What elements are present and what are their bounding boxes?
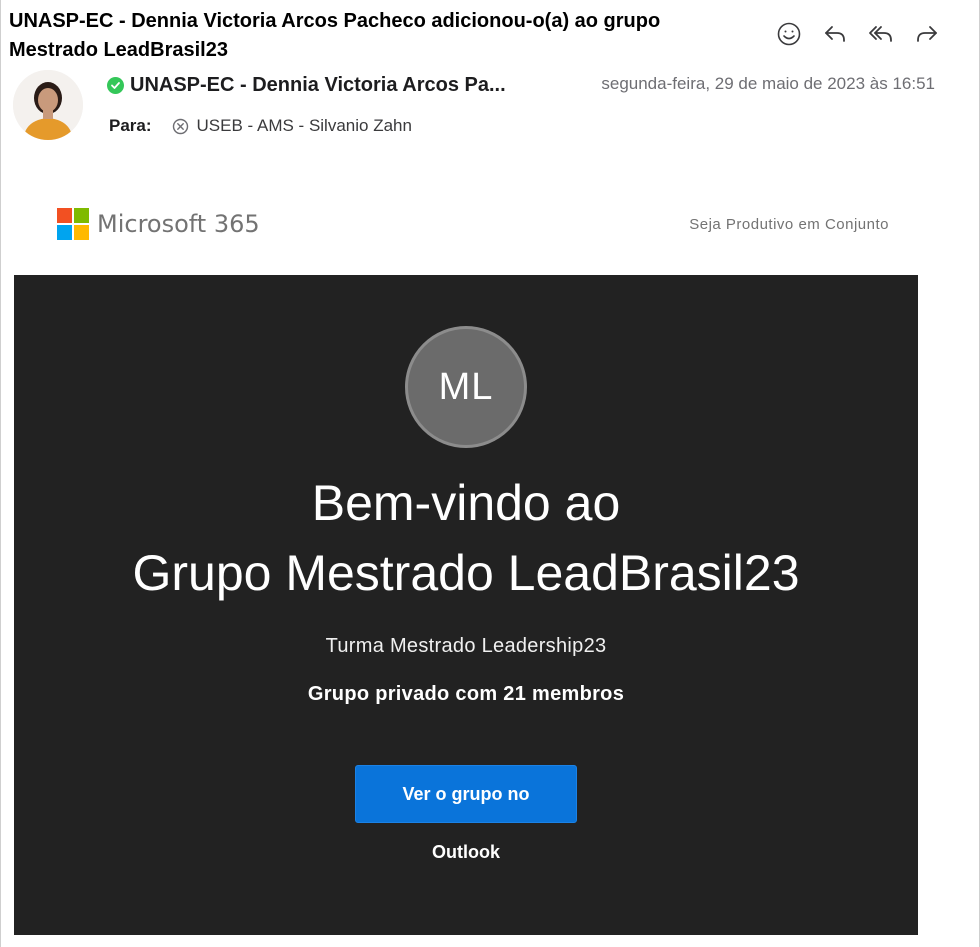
- sender-info: UNASP-EC - Dennia Victoria Arcos Pa...: [107, 74, 506, 97]
- message-actions: [773, 18, 943, 50]
- view-group-link-outlook[interactable]: Outlook: [14, 842, 918, 863]
- reply-all-icon: [869, 26, 892, 42]
- sender-avatar[interactable]: [13, 70, 83, 140]
- group-description: Turma Mestrado Leadership23: [325, 635, 607, 657]
- forward-button[interactable]: [911, 18, 943, 50]
- recipient-name[interactable]: USEB - AMS - Silvanio Zahn: [197, 116, 412, 136]
- reply-button[interactable]: [819, 18, 851, 50]
- emoji-reaction-icon: [777, 22, 801, 46]
- recipient-remove-icon[interactable]: [172, 118, 189, 135]
- welcome-heading-line1: Bem-vindo ao: [311, 475, 621, 531]
- email-window: UNASP-EC - Dennia Victoria Arcos Pacheco…: [0, 0, 980, 947]
- forward-icon: [917, 26, 937, 42]
- view-group-button[interactable]: Ver o grupo no: [355, 765, 577, 823]
- group-initials: ML: [438, 365, 494, 408]
- reply-icon: [825, 26, 845, 42]
- to-label: Para:: [109, 116, 152, 135]
- verified-check-icon: [107, 77, 124, 94]
- group-privacy-info: Grupo privado com 21 membros: [307, 683, 625, 705]
- welcome-banner: ML Bem-vindo ao Grupo Mestrado LeadBrasi…: [14, 275, 918, 935]
- emoji-reaction-button[interactable]: [773, 18, 805, 50]
- email-date: segunda-feira, 29 de maio de 2023 às 16:…: [601, 74, 935, 93]
- brand-name: Microsoft 365: [97, 210, 260, 238]
- group-avatar: ML: [405, 326, 527, 448]
- brand-tagline: Seja Produtivo em Conjunto: [689, 215, 889, 233]
- sender-name[interactable]: UNASP-EC - Dennia Victoria Arcos Pa...: [130, 74, 506, 97]
- sender-photo: [13, 70, 83, 140]
- microsoft-logo-icon: [57, 208, 89, 240]
- brand-header: Microsoft 365 Seja Produtivo em Conjunto: [57, 208, 889, 240]
- recipients-row: Para: USEB - AMS - Silvanio Zahn: [109, 116, 412, 136]
- reply-all-button[interactable]: [865, 18, 897, 50]
- email-subject: UNASP-EC - Dennia Victoria Arcos Pacheco…: [9, 10, 661, 61]
- welcome-heading-line2: Grupo Mestrado LeadBrasil23: [132, 545, 800, 601]
